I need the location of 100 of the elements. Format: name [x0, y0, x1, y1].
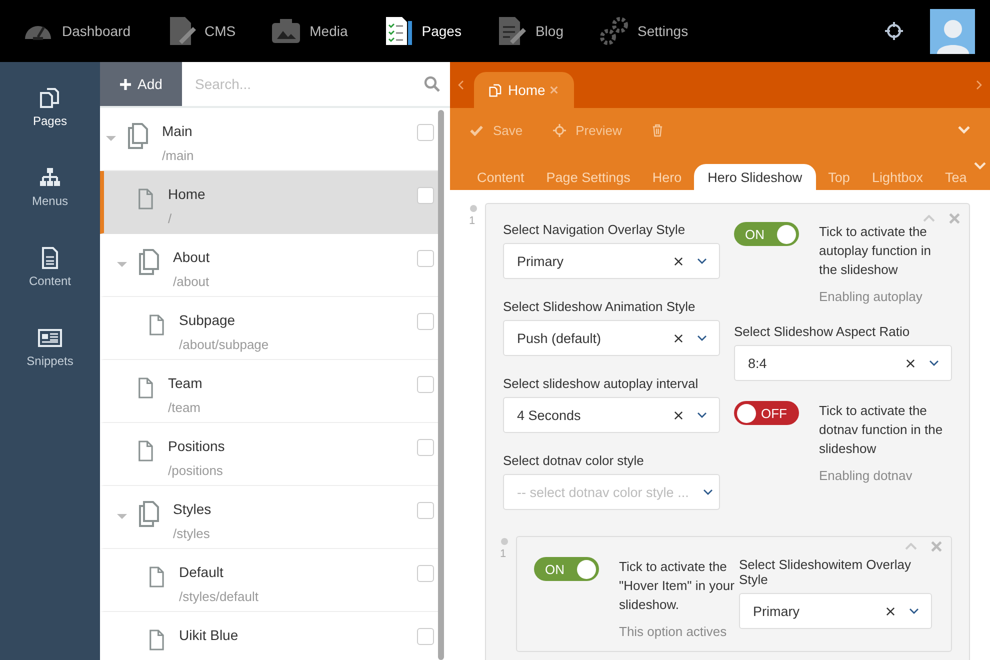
- clear-icon[interactable]: [906, 358, 915, 368]
- drag-handle[interactable]: [470, 205, 477, 212]
- add-button[interactable]: Add: [100, 62, 182, 106]
- page-path: /styles/default: [179, 589, 260, 604]
- help-text: Enabling autoplay: [819, 288, 924, 306]
- field-label: Select Slideshowitem Overlay Style: [739, 557, 912, 587]
- field-label: Select Slideshow Animation Style: [503, 299, 696, 314]
- tree-row[interactable]: Subpage /about/subpage: [100, 297, 438, 360]
- gears-icon: [598, 15, 630, 47]
- caret-icon: [697, 258, 707, 264]
- toggle-switch[interactable]: OFF: [734, 401, 799, 425]
- field-label: Select Navigation Overlay Style: [503, 222, 686, 237]
- page-title: Home: [168, 186, 206, 202]
- sidebar-item[interactable]: Snippets: [0, 302, 100, 382]
- caret-down-icon[interactable]: [117, 259, 127, 269]
- field-label: Select Slideshow Aspect Ratio: [734, 324, 911, 339]
- tree-row[interactable]: About /about: [100, 234, 438, 297]
- pages-icon: [126, 122, 150, 150]
- plus-icon: [120, 78, 131, 90]
- dropdown-select[interactable]: Primary: [503, 243, 720, 279]
- chevron-left-icon[interactable]: [458, 80, 464, 90]
- checkbox[interactable]: [417, 376, 434, 393]
- page-title: Main: [162, 123, 194, 139]
- page-path: /about: [173, 274, 210, 289]
- pages-icon: [137, 248, 161, 276]
- sidebar-item[interactable]: Menus: [0, 142, 100, 222]
- checkbox[interactable]: [417, 187, 434, 204]
- caret-icon: [909, 608, 919, 614]
- chevron-up-icon[interactable]: [905, 543, 917, 550]
- section-tab[interactable]: Hero Slideshow: [694, 164, 816, 190]
- caret-icon: [697, 412, 707, 418]
- tree-row[interactable]: Default /styles/default: [100, 549, 438, 612]
- pages-icon: [488, 82, 503, 98]
- help-text: This option actives: [619, 623, 728, 641]
- dropdown-select[interactable]: Push (default): [503, 320, 720, 356]
- page-path: /main: [162, 148, 195, 163]
- nav-item[interactable]: CMS: [164, 15, 236, 47]
- checkbox[interactable]: [417, 628, 434, 645]
- item-number: 1: [469, 215, 476, 227]
- page-title: About: [173, 249, 211, 265]
- checkbox[interactable]: [417, 250, 434, 267]
- clear-icon[interactable]: [886, 606, 895, 616]
- avatar[interactable]: [930, 8, 975, 54]
- caret-down-icon[interactable]: [106, 133, 116, 143]
- close-icon[interactable]: [550, 86, 558, 94]
- nav-item[interactable]: Settings: [598, 15, 688, 47]
- nav-item[interactable]: Pages: [382, 15, 462, 47]
- scrollbar-thumb[interactable]: [438, 110, 444, 660]
- dropdown-select[interactable]: 8:4: [734, 345, 952, 381]
- chevron-up-icon[interactable]: [923, 215, 935, 222]
- crosshair-icon: [552, 124, 566, 136]
- field-label: Select dotnav color style: [503, 453, 645, 468]
- caret-icon: [929, 360, 939, 366]
- help-text: Enabling dotnav: [819, 467, 914, 485]
- checkbox[interactable]: [417, 313, 434, 330]
- search-icon[interactable]: [424, 76, 440, 92]
- page-title: Uikit Blue: [179, 627, 240, 643]
- tree-row[interactable]: Team /team: [100, 360, 438, 423]
- nav-item[interactable]: Dashboard: [22, 15, 130, 47]
- chevron-down-icon[interactable]: [958, 126, 970, 134]
- crosshair-icon[interactable]: [884, 21, 904, 41]
- checkbox[interactable]: [417, 439, 434, 456]
- toggle-description: Tick to activate the autoplay function in the slideshow: [819, 223, 932, 279]
- checkbox[interactable]: [417, 565, 434, 582]
- close-icon[interactable]: [949, 213, 960, 224]
- tree-row[interactable]: Positions /positions: [100, 423, 438, 486]
- nav-item[interactable]: Blog: [495, 15, 564, 47]
- drag-handle[interactable]: [501, 538, 508, 545]
- newspaper-icon: [38, 326, 62, 350]
- sidebar-item[interactable]: Content: [0, 222, 100, 302]
- clear-icon[interactable]: [674, 334, 683, 342]
- clear-icon[interactable]: [674, 256, 683, 266]
- tree-row[interactable]: Styles /styles: [100, 486, 438, 549]
- page-title: Styles: [173, 501, 212, 517]
- caret-icon: [697, 335, 707, 341]
- dropdown-select[interactable]: 4 Seconds: [503, 397, 720, 433]
- check-icon: [470, 124, 483, 136]
- chevron-down-icon[interactable]: [974, 162, 986, 170]
- caret-down-icon[interactable]: [117, 511, 127, 521]
- trash-icon[interactable]: [652, 124, 663, 136]
- checkbox[interactable]: [417, 502, 434, 519]
- page-path: /team: [168, 400, 202, 415]
- nav-item[interactable]: Media: [270, 15, 348, 47]
- tree-row[interactable]: Home /: [100, 171, 438, 234]
- field-label: Select slideshow autoplay interval: [503, 376, 700, 391]
- checkbox[interactable]: [417, 124, 434, 141]
- item-number: 1: [500, 548, 506, 560]
- page-path: /positions: [168, 463, 224, 478]
- page-title: Subpage: [179, 312, 236, 328]
- sidebar-item[interactable]: Pages: [0, 62, 100, 142]
- close-icon[interactable]: [931, 541, 942, 552]
- caret-icon: [702, 489, 713, 495]
- dropdown-select[interactable]: Primary: [739, 593, 932, 629]
- pages-icon: [38, 86, 62, 110]
- page-title: Default: [179, 564, 224, 580]
- page-path: /about/subpage: [179, 337, 270, 352]
- clear-icon[interactable]: [674, 410, 683, 420]
- page-path: /: [168, 211, 173, 226]
- page-title: Positions: [168, 438, 226, 454]
- chevron-right-icon[interactable]: [976, 80, 982, 90]
